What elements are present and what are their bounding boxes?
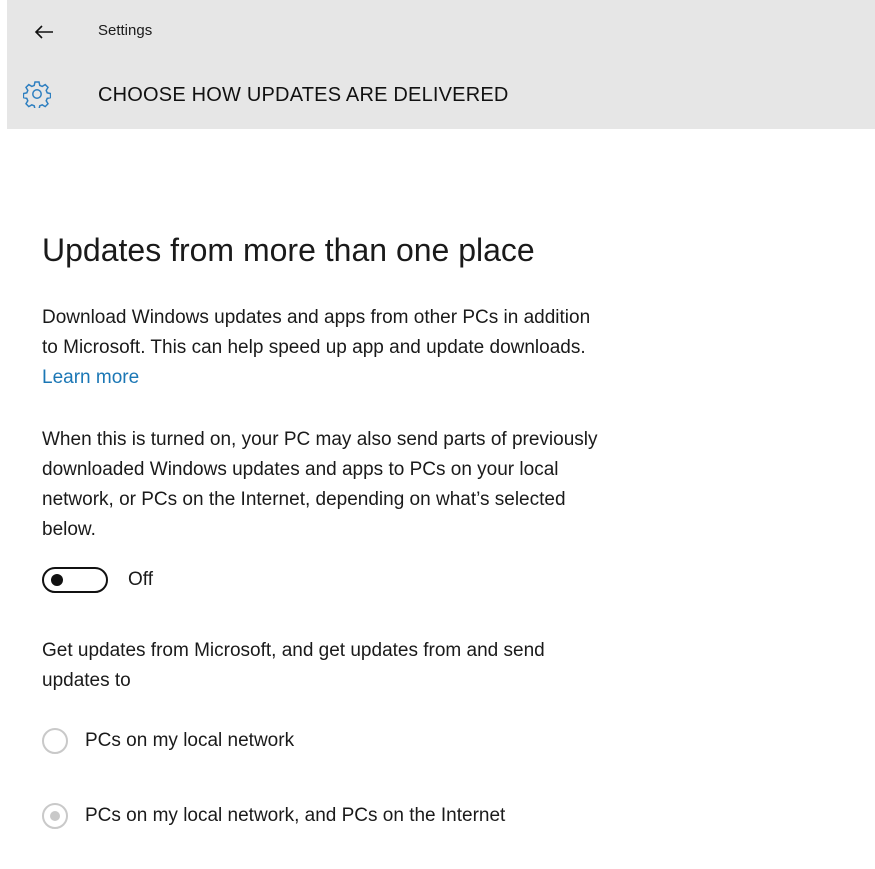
back-arrow-icon — [34, 25, 53, 39]
radio-option-local-network[interactable]: PCs on my local network — [42, 726, 294, 756]
radio-option-local-and-internet[interactable]: PCs on my local network, and PCs on the … — [42, 801, 505, 831]
description-line-1: Download Windows updates and apps from o… — [42, 307, 591, 328]
learn-more-link[interactable]: Learn more — [42, 367, 139, 388]
app-title: Settings — [98, 22, 153, 39]
options-prompt: Get updates from Microsoft, and get upda… — [42, 636, 742, 696]
delivery-optimization-toggle[interactable] — [42, 567, 108, 593]
title-bar: Settings CHOOSE HOW UPDATES ARE DELIVERE… — [7, 0, 875, 129]
delivery-optimization-toggle-row: Off — [42, 565, 153, 595]
explanation-line-1: When this is turned on, your PC may also… — [42, 429, 598, 450]
explanation-line-3: network, or PCs on the Internet, dependi… — [42, 489, 566, 510]
explanation-text: When this is turned on, your PC may also… — [42, 425, 742, 545]
description-line-2: to Microsoft. This can help speed up app… — [42, 337, 586, 358]
explanation-line-4: below. — [42, 519, 96, 540]
section-heading: Updates from more than one place — [42, 232, 535, 268]
options-prompt-line-1: Get updates from Microsoft, and get upda… — [42, 640, 545, 661]
explanation-line-2: downloaded Windows updates and apps to P… — [42, 459, 559, 480]
back-button[interactable] — [29, 18, 59, 46]
radio-button-selected[interactable] — [42, 803, 68, 829]
description-text: Download Windows updates and apps from o… — [42, 303, 742, 393]
toggle-knob — [51, 574, 63, 586]
gear-icon — [23, 81, 51, 108]
page-title: CHOOSE HOW UPDATES ARE DELIVERED — [98, 84, 509, 106]
options-prompt-line-2: updates to — [42, 670, 131, 691]
toggle-state-label: Off — [128, 569, 153, 590]
radio-button[interactable] — [42, 728, 68, 754]
radio-label: PCs on my local network — [85, 730, 295, 751]
radio-label: PCs on my local network, and PCs on the … — [85, 805, 506, 826]
